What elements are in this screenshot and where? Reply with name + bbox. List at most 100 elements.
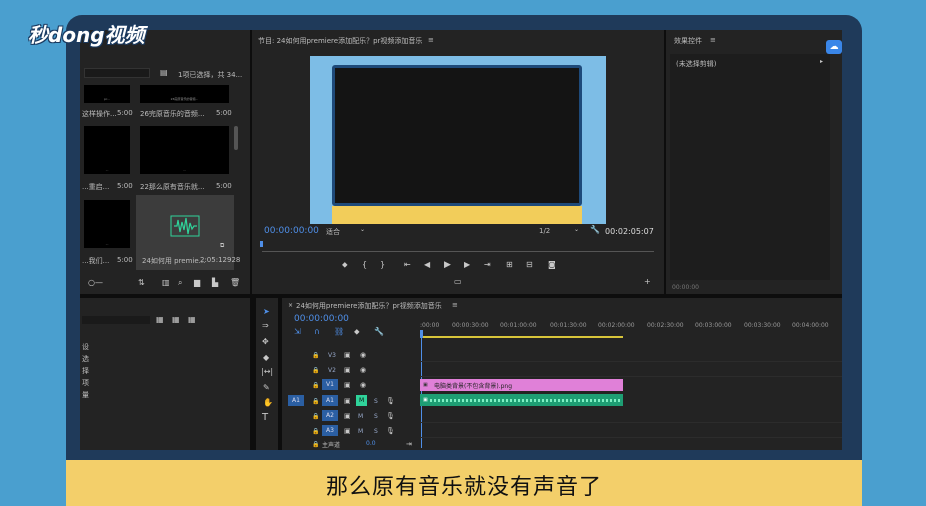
hand-icon[interactable]: ✋ <box>263 399 273 407</box>
settings-icon[interactable]: 🔧 <box>374 328 384 336</box>
work-area-bar[interactable] <box>420 336 623 338</box>
chevron-right-icon[interactable]: ▸ <box>820 58 823 66</box>
mute-button[interactable]: M <box>358 413 363 420</box>
clip-thumbnail[interactable]: ... <box>84 126 130 174</box>
sync-icon[interactable]: ▣ <box>344 351 351 359</box>
snap-icon[interactable]: ∩ <box>314 328 320 336</box>
selection-tool-icon[interactable]: ➤ <box>263 308 270 316</box>
left-search-input[interactable] <box>82 316 150 324</box>
track-name[interactable]: A1 <box>322 395 338 406</box>
sort-icon[interactable]: ⇅ <box>138 279 145 287</box>
preset-item[interactable]: 项 <box>82 378 89 388</box>
go-to-in-icon[interactable]: ⇤ <box>404 261 411 269</box>
find-icon[interactable]: ⌕ <box>178 279 182 287</box>
folder-icon[interactable]: ▤ <box>160 69 168 77</box>
sync-icon[interactable]: ▣ <box>344 427 351 435</box>
effects-menu-icon[interactable]: ≡ <box>710 36 716 44</box>
microphone-icon[interactable]: 🎙 <box>386 427 395 435</box>
lock-icon[interactable]: 🔒 <box>312 367 319 375</box>
project-scrollbar[interactable] <box>234 126 238 150</box>
preset-item[interactable]: 量 <box>82 390 89 400</box>
lock-icon[interactable]: 🔒 <box>312 413 319 421</box>
nest-icon[interactable]: ⇲ <box>294 328 301 336</box>
timeline-ruler[interactable]: :00:00 00:00:30:00 00:01:00:00 00:01:30:… <box>420 320 842 344</box>
mute-button[interactable]: M <box>358 428 363 435</box>
track-select-icon[interactable]: ⇒ <box>262 322 269 330</box>
program-menu-icon[interactable]: ≡ <box>428 36 434 44</box>
go-to-out-icon[interactable]: ⇥ <box>484 261 491 269</box>
sequence-tab[interactable]: 24如何用premiere添加配乐？pr视频添加音乐 <box>296 301 442 311</box>
add-button-icon[interactable]: + <box>644 278 651 286</box>
pen-icon[interactable]: ✎ <box>263 384 270 392</box>
clip-thumbnail[interactable]: ... <box>84 200 130 248</box>
add-marker-icon[interactable]: ⬥ <box>342 261 348 269</box>
ripple-edit-icon[interactable]: ✥ <box>262 338 269 346</box>
type-tool-icon[interactable]: T <box>262 413 268 423</box>
wrench-icon[interactable]: 🔧 <box>590 226 600 234</box>
new-bin-icon[interactable]: ▦ <box>188 316 196 324</box>
new-bin-icon[interactable]: ▦ <box>156 316 164 324</box>
lift-icon[interactable]: ⊞ <box>506 261 513 269</box>
export-frame-icon[interactable]: ◙ <box>548 261 556 269</box>
eye-icon[interactable]: ◉ <box>360 351 366 359</box>
fit-dropdown[interactable]: 适合 <box>326 227 340 237</box>
program-scrubber[interactable] <box>262 246 654 252</box>
mark-out-icon[interactable]: } <box>380 261 385 269</box>
video-clip[interactable]: ▣ 电脑类背景(不包含背景).png <box>420 379 623 391</box>
cloud-icon[interactable]: ☁ <box>826 40 842 54</box>
lock-icon[interactable]: 🔒 <box>312 382 319 390</box>
zoom-slider-icon[interactable]: ○— <box>88 279 103 287</box>
audio-clip[interactable]: ▣ <box>420 394 623 406</box>
master-value[interactable]: 0.0 <box>366 440 376 447</box>
resolution-dropdown[interactable]: 1/2 <box>539 227 550 235</box>
new-bin-icon[interactable]: ▦ <box>172 316 180 324</box>
microphone-icon[interactable]: 🎙 <box>386 412 395 420</box>
solo-button[interactable]: S <box>374 398 378 405</box>
playhead-marker[interactable] <box>420 330 423 338</box>
step-back-icon[interactable]: ◀ <box>424 261 430 269</box>
timeline-timecode[interactable]: 00:00:00:00 <box>294 314 349 324</box>
linked-selection-icon[interactable]: ⛓ <box>334 328 344 336</box>
eye-icon[interactable]: ◉ <box>360 366 366 374</box>
source-patch[interactable]: A1 <box>288 395 304 406</box>
playhead-marker[interactable] <box>260 241 263 247</box>
solo-button[interactable]: S <box>374 428 378 435</box>
lock-icon[interactable]: 🔒 <box>312 428 319 436</box>
sync-icon[interactable]: ▣ <box>344 397 351 405</box>
go-to-end-icon[interactable]: ⇥ <box>406 440 412 448</box>
mark-in-icon[interactable]: { <box>362 261 367 269</box>
eye-icon[interactable]: ◉ <box>360 381 366 389</box>
microphone-icon[interactable]: 🎙 <box>386 397 395 405</box>
lock-icon[interactable]: 🔒 <box>312 398 319 406</box>
track-name[interactable]: A3 <box>322 425 338 436</box>
new-item-icon[interactable]: ▙ <box>212 279 218 287</box>
lock-icon[interactable]: 🔒 <box>312 352 319 360</box>
preset-item[interactable]: 选 <box>82 354 89 364</box>
sync-icon[interactable]: ▣ <box>344 381 351 389</box>
lock-icon[interactable]: 🔒 <box>312 441 319 449</box>
button-editor-icon[interactable]: ▭ <box>454 278 462 286</box>
sync-icon[interactable]: ▣ <box>344 412 351 420</box>
close-icon[interactable]: × <box>288 302 293 310</box>
mute-button[interactable]: M <box>356 395 368 406</box>
program-timecode[interactable]: 00:00:00:00 <box>264 226 319 236</box>
clip-thumbnail[interactable]: pr... <box>84 85 130 103</box>
marker-icon[interactable]: ⬥ <box>354 328 360 336</box>
preset-item[interactable]: 设 <box>82 342 89 352</box>
razor-icon[interactable]: ◆ <box>263 354 269 362</box>
clip-thumbnail[interactable]: 26完原音乐的音频... <box>140 85 229 103</box>
slip-icon[interactable]: |↔| <box>261 368 273 376</box>
extract-icon[interactable]: ⊟ <box>526 261 533 269</box>
track-name[interactable]: V1 <box>322 379 338 390</box>
automate-icon[interactable]: ▥ <box>162 279 170 287</box>
play-icon[interactable]: ▶ <box>444 261 451 270</box>
project-search-input[interactable] <box>84 68 150 78</box>
new-bin-icon[interactable]: ▆ <box>194 279 200 287</box>
step-forward-icon[interactable]: ▶ <box>464 261 470 269</box>
clip-thumbnail[interactable]: ... <box>140 126 229 174</box>
timeline-menu-icon[interactable]: ≡ <box>452 301 458 309</box>
sync-icon[interactable]: ▣ <box>344 366 351 374</box>
track-name[interactable]: A2 <box>322 410 338 421</box>
solo-button[interactable]: S <box>374 413 378 420</box>
clear-icon[interactable]: 🗑 <box>230 279 240 287</box>
